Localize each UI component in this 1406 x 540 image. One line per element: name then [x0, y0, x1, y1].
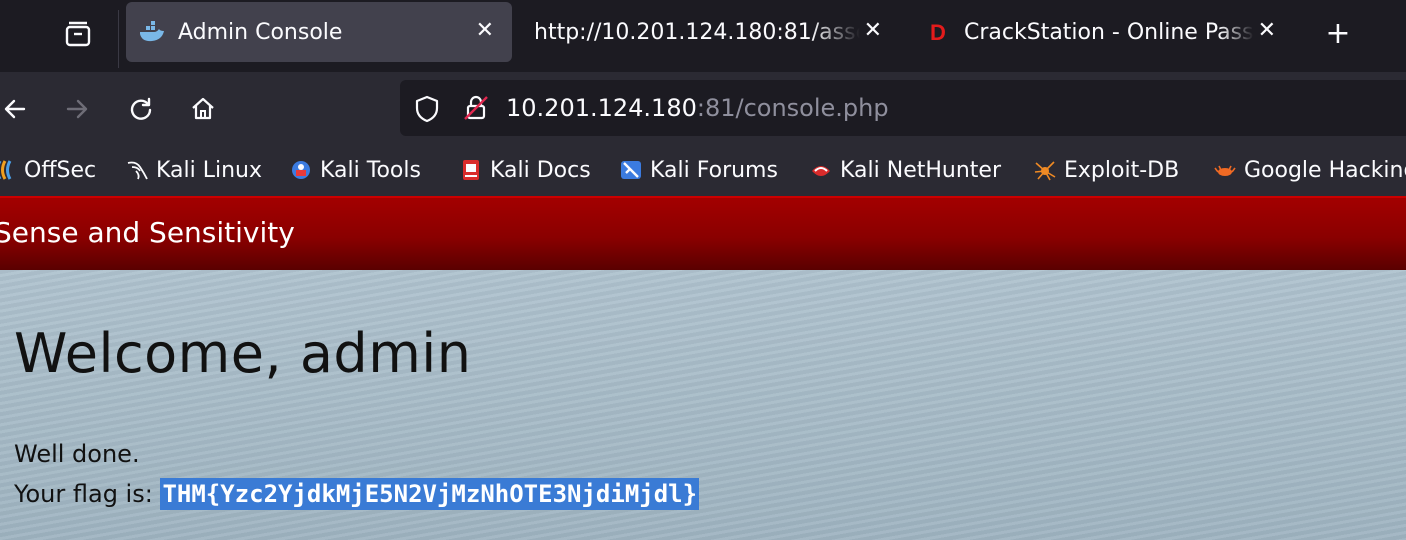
navigation-toolbar: 10.201.124.180:81/console.php: [0, 72, 1406, 144]
back-button[interactable]: [0, 92, 32, 126]
tab-close-icon[interactable]: ✕: [1258, 20, 1276, 42]
flag-line: Your flag is: THM{Yzc2YjdkMjE5N2VjMzNhOT…: [14, 478, 700, 510]
bookmark-google-hacking[interactable]: Google Hacking: [1214, 154, 1406, 186]
site-header-bar: Sense and Sensitivity: [0, 196, 1406, 270]
reload-icon: [130, 97, 152, 120]
new-tab-button[interactable]: +: [1320, 14, 1356, 54]
bookmark-label: OffSec: [24, 157, 97, 183]
kali-docs-icon: [463, 160, 479, 180]
tab-list-icon: [65, 21, 91, 47]
tab-crackstation[interactable]: D CrackStation - Online Password Hash Cr…: [914, 2, 1294, 62]
forward-button[interactable]: [60, 92, 94, 126]
tab-title: http://10.201.124.180:81/assets: [534, 20, 860, 45]
tracking-protection-shield-icon[interactable]: [414, 95, 440, 127]
google-hacking-icon: [1214, 165, 1236, 176]
tab-list-button[interactable]: [58, 16, 98, 52]
tab-strip: Admin Console ✕ http://10.201.124.180:81…: [0, 0, 1406, 72]
kali-forums-icon: [621, 161, 641, 179]
bookmark-kali-forums[interactable]: Kali Forums: [620, 154, 778, 186]
kali-dragon-icon: [127, 161, 148, 180]
site-title[interactable]: Sense and Sensitivity: [0, 216, 295, 249]
bookmark-offsec[interactable]: OffSec: [0, 154, 96, 186]
crackstation-d-icon: D: [930, 20, 946, 45]
home-icon: [192, 97, 214, 120]
bookmark-label: Exploit-DB: [1064, 157, 1180, 183]
page-viewport: Sense and Sensitivity Welcome, admin Wel…: [0, 196, 1406, 540]
home-button[interactable]: [186, 92, 220, 126]
bookmark-kali-docs[interactable]: Kali Docs: [460, 154, 591, 186]
forward-arrow-icon: [66, 99, 88, 119]
bookmark-kali-linux[interactable]: Kali Linux: [126, 154, 262, 186]
bookmark-label: Kali NetHunter: [840, 157, 1001, 183]
bookmark-kali-nethunter[interactable]: Kali NetHunter: [810, 154, 1001, 186]
tab-title: Admin Console: [178, 20, 343, 45]
tab-assets[interactable]: http://10.201.124.180:81/assets ✕: [520, 2, 900, 62]
tab-admin-console[interactable]: Admin Console ✕: [126, 2, 512, 62]
bookmark-kali-tools[interactable]: Kali Tools: [290, 154, 421, 186]
bookmark-exploit-db[interactable]: Exploit-DB: [1034, 154, 1179, 186]
bookmark-label: Kali Forums: [650, 157, 778, 183]
flag-label: Your flag is:: [14, 480, 161, 508]
kali-nethunter-icon: [812, 166, 830, 176]
plus-icon: +: [1325, 16, 1351, 51]
docker-whale-icon: [138, 20, 166, 50]
address-bar[interactable]: 10.201.124.180:81/console.php: [400, 80, 1406, 136]
bookmarks-toolbar: OffSec Kali Linux Kali Tools Kali Docs K…: [0, 144, 1406, 196]
tab-close-icon[interactable]: ✕: [476, 20, 494, 42]
bookmark-label: Kali Linux: [156, 157, 263, 183]
tab-strip-divider: [118, 10, 119, 68]
success-message: Well done.: [14, 440, 140, 468]
insecure-lock-icon[interactable]: [462, 94, 490, 126]
url-path: :81/console.php: [696, 94, 889, 122]
offsec-icon: [0, 160, 12, 180]
exploit-db-icon: [1034, 161, 1056, 181]
tab-close-icon[interactable]: ✕: [864, 20, 882, 42]
flag-value[interactable]: THM{Yzc2YjdkMjE5N2VjMzNhOTE3NjdiMjdl}: [160, 478, 700, 510]
bookmark-label: Kali Tools: [320, 157, 421, 183]
back-arrow-icon: [4, 99, 26, 119]
kali-tools-icon: [292, 161, 310, 179]
bookmark-label: Google Hacking: [1244, 157, 1406, 183]
tab-title: CrackStation - Online Password Hash Crac…: [964, 20, 1254, 45]
page-heading: Welcome, admin: [14, 322, 472, 385]
reload-button[interactable]: [124, 92, 158, 126]
url-host: 10.201.124.180: [506, 94, 697, 122]
bookmark-label: Kali Docs: [490, 157, 591, 183]
url-text: 10.201.124.180:81/console.php: [506, 94, 889, 122]
